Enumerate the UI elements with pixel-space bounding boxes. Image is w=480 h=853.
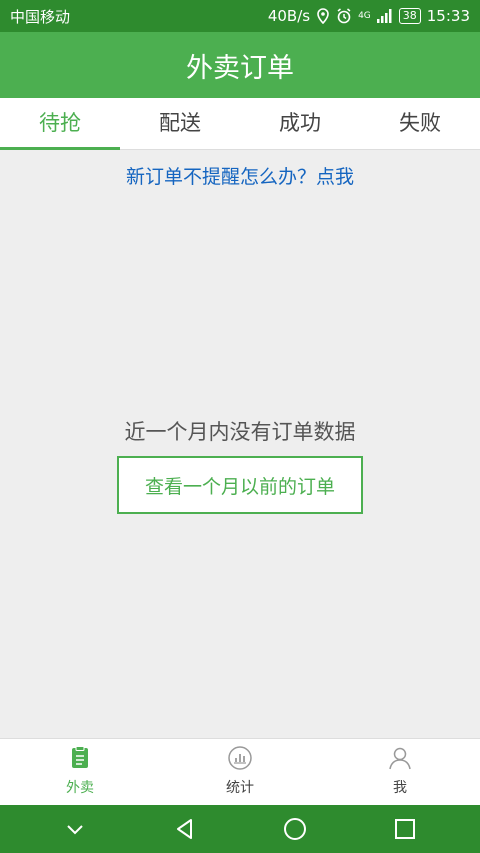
nav-label-me: 我 — [393, 780, 407, 796]
nav-item-me[interactable]: 我 — [320, 739, 480, 805]
tab-delivering[interactable]: 配送 — [120, 98, 240, 149]
person-icon — [389, 747, 411, 770]
alarm-icon — [337, 8, 351, 24]
battery-indicator: 38 — [398, 8, 421, 24]
recents-icon[interactable] — [392, 816, 418, 842]
nav-label-stats: 统计 — [226, 780, 254, 796]
location-icon — [317, 8, 329, 24]
network-speed: 40B/s — [267, 7, 311, 25]
signal-icon — [376, 9, 392, 23]
nav-item-takeout[interactable]: 外卖 — [0, 739, 160, 805]
system-nav-bar — [0, 805, 480, 853]
back-icon[interactable] — [172, 816, 198, 842]
view-older-orders-button[interactable]: 查看一个月以前的订单 — [117, 456, 363, 514]
order-tabs: 待抢 配送 成功 失败 — [0, 98, 480, 150]
empty-message: 近一个月内没有订单数据 — [124, 420, 356, 444]
page-title: 外卖订单 — [186, 52, 294, 84]
bottom-nav: 外卖 统计 我 — [0, 738, 480, 805]
clipboard-icon — [72, 746, 88, 768]
chart-icon — [228, 746, 252, 770]
help-link[interactable]: 新订单不提醒怎么办？点我 — [0, 162, 480, 189]
clock: 15:33 — [426, 7, 470, 25]
carrier-name: 中国移动 — [10, 7, 71, 26]
tab-failed[interactable]: 失败 — [360, 98, 480, 149]
nav-label-takeout: 外卖 — [66, 780, 94, 796]
title-bar: 外卖订单 — [0, 32, 480, 98]
home-icon[interactable] — [282, 816, 308, 842]
tab-pending[interactable]: 待抢 — [0, 98, 120, 150]
tab-success[interactable]: 成功 — [240, 98, 360, 149]
status-bar: 中国移动 40B/s 4G 38 15:33 — [0, 0, 480, 32]
chevron-down-icon[interactable] — [62, 816, 88, 842]
nav-item-stats[interactable]: 统计 — [160, 739, 320, 805]
network-type: 4G — [358, 11, 371, 21]
